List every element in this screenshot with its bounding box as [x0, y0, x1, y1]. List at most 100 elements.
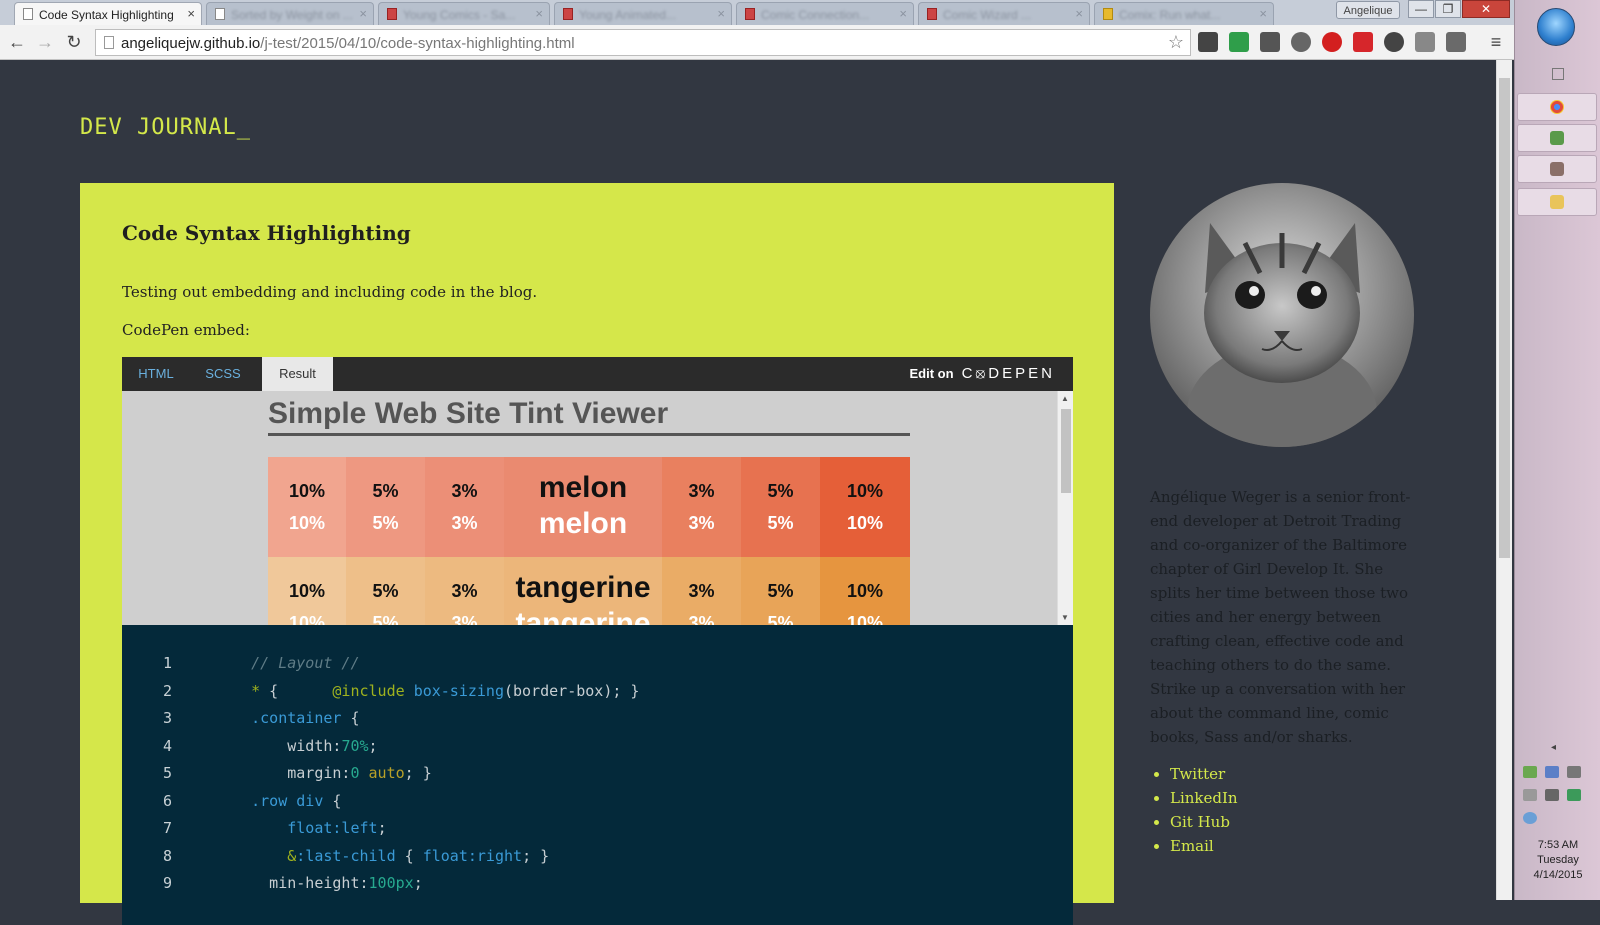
page-scrollbar[interactable]: [1496, 60, 1512, 900]
tab-html[interactable]: HTML: [122, 357, 190, 391]
minimize-button[interactable]: —: [1408, 0, 1434, 18]
tint-value: 3%: [451, 581, 478, 601]
code-block: 1 // Layout //2 * { @include box-sizing(…: [122, 625, 1073, 925]
k-extension-icon[interactable]: [1415, 32, 1435, 52]
tint-value-inverse: 10%: [288, 513, 326, 533]
codepen-scrollbar[interactable]: ▲ ▼: [1057, 391, 1073, 625]
code-token: ;: [368, 736, 378, 755]
chrome-menu-icon[interactable]: ≡: [1485, 31, 1507, 53]
post-intro: Testing out embedding and including code…: [122, 283, 538, 301]
back-button[interactable]: ←: [6, 31, 28, 53]
tab-result[interactable]: Result: [262, 357, 333, 391]
bookmark-star-icon[interactable]: ☆: [1168, 32, 1184, 53]
edit-on-codepen-link[interactable]: Edit on C⦻DEPEN: [910, 357, 1055, 391]
tray-expand-icon[interactable]: ◂: [1551, 742, 1556, 753]
tint-value-inverse: 3%: [688, 513, 715, 533]
line-number: 6: [162, 791, 172, 810]
tab-scss[interactable]: SCSS: [190, 357, 256, 391]
site-title[interactable]: DEV JOURNAL_: [80, 115, 251, 140]
tab-close-icon[interactable]: ×: [359, 6, 367, 21]
taskbar-app-2[interactable]: [1517, 124, 1597, 152]
code-text: margin:0 auto; }: [215, 764, 432, 782]
tray-sync-icon[interactable]: [1567, 789, 1581, 801]
page-scroll-thumb[interactable]: [1499, 78, 1510, 558]
result-title: Simple Web Site Tint Viewer: [268, 397, 910, 436]
tab-title: Code Syntax Highlighting: [39, 8, 174, 22]
tab-background-5[interactable]: Comic Wizard ... ×: [918, 2, 1090, 25]
line-number: 5: [162, 764, 172, 782]
evernote-extension-icon[interactable]: [1260, 32, 1280, 52]
gear-extension-icon[interactable]: [1384, 32, 1404, 52]
lastpass-extension-icon[interactable]: [1353, 32, 1373, 52]
reload-button[interactable]: ↻: [63, 31, 85, 53]
post-article: Code Syntax Highlighting Testing out emb…: [80, 183, 1114, 925]
tint-cell: 10% 10%: [820, 557, 910, 625]
tint-cell: 5% 5%: [741, 557, 820, 625]
taskbar-chrome[interactable]: [1517, 93, 1597, 121]
kitten-photo: [1150, 183, 1414, 447]
post-title: Code Syntax Highlighting: [122, 221, 411, 245]
codepen-embed: HTML SCSS Result Edit on C⦻DEPEN Simple W…: [122, 357, 1073, 625]
tab-code-syntax-highlighting[interactable]: Code Syntax Highlighting ×: [14, 2, 202, 25]
code-line: 7 float:left;: [122, 819, 1073, 847]
taskbar-app-3[interactable]: [1517, 155, 1597, 183]
tint-value-inverse: melon: [538, 507, 628, 540]
app-icon: [1550, 162, 1564, 176]
code-token: .row: [251, 791, 288, 810]
email-link[interactable]: Email: [1170, 837, 1214, 855]
address-bar[interactable]: angeliquejw.github.io/j-test/2015/04/10/…: [95, 29, 1191, 56]
scroll-down-icon[interactable]: ▼: [1061, 613, 1069, 622]
tab-close-icon[interactable]: ×: [187, 6, 195, 21]
tab-background-6[interactable]: Comix: Run what... ×: [1094, 2, 1274, 25]
code-token: @include: [332, 681, 405, 700]
scroll-thumb[interactable]: [1061, 409, 1071, 493]
tray-app-icon[interactable]: [1523, 812, 1537, 824]
linkedin-link[interactable]: LinkedIn: [1170, 789, 1238, 807]
pocket-extension-icon[interactable]: [1198, 32, 1218, 52]
forward-button[interactable]: →: [34, 31, 56, 53]
maximize-button[interactable]: ❐: [1435, 0, 1461, 18]
tray-app-icon[interactable]: [1567, 766, 1581, 778]
tint-value: 5%: [767, 481, 794, 501]
author-avatar: [1150, 183, 1414, 447]
code-line: 5 margin:0 auto; }: [122, 764, 1073, 792]
page-favicon-icon: [1103, 8, 1113, 20]
tab-background-4[interactable]: Comic Connection... ×: [736, 2, 914, 25]
profile-button[interactable]: Angelique: [1336, 1, 1400, 19]
tab-background-3[interactable]: Young Animated... ×: [554, 2, 732, 25]
tab-title: Young Comics - Sa...: [403, 8, 516, 22]
eyedropper-extension-icon[interactable]: [1446, 32, 1466, 52]
code-token: auto: [368, 764, 405, 782]
code-token: float:right: [422, 846, 523, 865]
tint-value: 10%: [846, 581, 884, 601]
scroll-up-icon[interactable]: ▲: [1061, 394, 1069, 403]
tab-background-2[interactable]: Young Comics - Sa... ×: [378, 2, 550, 25]
tint-value: 5%: [372, 481, 399, 501]
tab-close-icon[interactable]: ×: [1075, 6, 1083, 21]
tab-close-icon[interactable]: ×: [535, 6, 543, 21]
start-button[interactable]: [1537, 8, 1575, 46]
tab-background-1[interactable]: Sorted by Weight on ... ×: [206, 2, 374, 25]
link-item: LinkedIn: [1170, 786, 1238, 810]
system-clock[interactable]: 7:53 AM Tuesday 4/14/2015: [1515, 838, 1600, 883]
tab-close-icon[interactable]: ×: [899, 6, 907, 21]
tab-close-icon[interactable]: ×: [1259, 6, 1267, 21]
tray-app-icon[interactable]: [1545, 766, 1559, 778]
tab-close-icon[interactable]: ×: [717, 6, 725, 21]
twitter-link[interactable]: Twitter: [1170, 765, 1225, 783]
line-number: 8: [162, 846, 172, 865]
tint-cell: 10% 10%: [268, 557, 346, 625]
close-window-button[interactable]: ✕: [1462, 0, 1510, 18]
refresh-extension-icon[interactable]: [1291, 32, 1311, 52]
tint-value-inverse: 5%: [372, 613, 399, 625]
taskbar-explorer[interactable]: [1517, 188, 1597, 216]
clock-date: 4/14/2015: [1533, 869, 1583, 881]
volume-icon[interactable]: [1545, 789, 1559, 801]
network-signal-icon[interactable]: [1523, 789, 1537, 801]
github-link[interactable]: Git Hub: [1170, 813, 1230, 831]
tray-app-icon[interactable]: [1523, 766, 1537, 778]
adblock-extension-icon[interactable]: [1322, 32, 1342, 52]
page-favicon-icon: [387, 8, 397, 20]
sync-extension-icon[interactable]: [1229, 32, 1249, 52]
show-apps-icon[interactable]: [1552, 68, 1564, 80]
